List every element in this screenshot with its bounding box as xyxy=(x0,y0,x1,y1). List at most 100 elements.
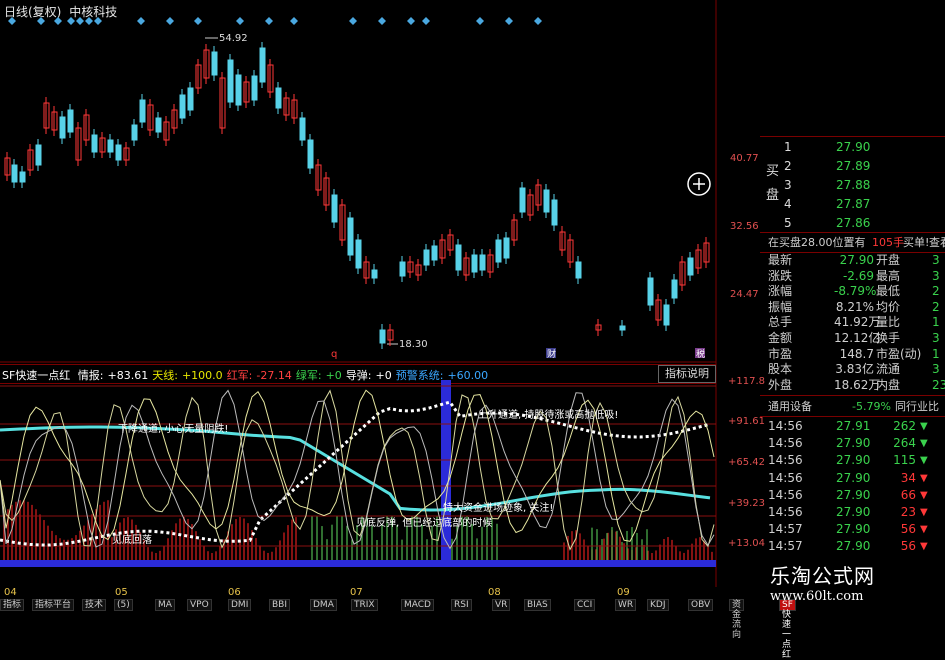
candle xyxy=(91,134,98,153)
quote-label: 涨跌 xyxy=(768,268,793,283)
trade-row: 14:56 27.90 66 ▼ xyxy=(760,487,945,504)
buy-level-row[interactable]: 3 27.88 xyxy=(760,176,945,195)
x-axis-label: 08 xyxy=(488,587,501,598)
indicator-tab[interactable]: DMA xyxy=(310,599,337,611)
trade-row: 14:56 27.90 115 ▼ xyxy=(760,452,945,469)
indicator-help-button[interactable]: 指标说明 xyxy=(658,365,716,383)
candle xyxy=(299,117,306,141)
watermark: 乐淘公式网 www.60lt.com xyxy=(770,560,945,609)
indicator-tab[interactable]: MA xyxy=(155,599,175,611)
trade-volume: 23 xyxy=(900,505,916,519)
price-axis-label: 40.77 xyxy=(730,153,759,164)
signal-diamond-icon xyxy=(236,17,244,25)
signal-diamond-icon xyxy=(67,17,75,25)
signal-diamond-icon xyxy=(37,17,45,25)
quote-label: 最高 xyxy=(876,268,901,283)
candle xyxy=(235,74,242,106)
signal-diamond-icon xyxy=(290,17,298,25)
quote-label: 内盘 xyxy=(876,377,901,392)
trade-time: 14:56 xyxy=(768,453,803,468)
quote-label: 振幅 xyxy=(768,299,793,314)
order-alert-row[interactable]: 在买盘28.00位置有 105手 买单! 查看 xyxy=(760,233,945,252)
buy-level-index: 2 xyxy=(784,159,792,173)
candle xyxy=(495,239,502,263)
indicator-tab[interactable]: VR xyxy=(492,599,511,611)
quote-value: -2.69 xyxy=(842,268,874,283)
indicator-tab[interactable]: KDJ xyxy=(647,599,669,611)
signal-diamonds xyxy=(8,17,542,25)
annotation-big-funds: 特大资金进场迹象, 关注! xyxy=(443,503,554,514)
quote-value: 18.62万 xyxy=(834,377,881,392)
candle xyxy=(139,99,146,123)
arrow-down-icon: ▼ xyxy=(920,455,928,467)
quote-row: 振幅 8.21% 均价 2 xyxy=(760,300,945,315)
trade-time: 14:56 xyxy=(768,505,803,519)
quote-row: 涨跌 -2.69 最高 3 xyxy=(760,269,945,284)
buy-level-row[interactable]: 5 27.86 xyxy=(760,214,945,233)
quote-row: 金额 12.12亿 换手 3 xyxy=(760,331,945,346)
trade-volume: 262 xyxy=(893,419,916,433)
x-axis-label: 07 xyxy=(350,587,363,598)
candle xyxy=(471,254,478,273)
trade-time: 14:57 xyxy=(768,522,803,537)
crosshair-icon[interactable] xyxy=(687,172,711,196)
arrow-down-icon: ▼ xyxy=(920,438,928,450)
indicator-name[interactable]: SF快速一点红 xyxy=(2,369,70,382)
candle xyxy=(431,245,438,261)
indicator-tab[interactable]: BBI xyxy=(269,599,291,611)
x-axis-label: 09 xyxy=(617,587,630,598)
sector-row[interactable]: 通用设备 -5.79% 同行业比 xyxy=(760,397,945,416)
signal-diamond-icon xyxy=(54,17,62,25)
candle xyxy=(11,164,18,183)
indicator-tab[interactable]: MACD xyxy=(401,599,434,611)
indicator-tab[interactable]: CCI xyxy=(574,599,596,611)
candle xyxy=(251,75,258,101)
indicator-tab[interactable]: RSI xyxy=(451,599,472,611)
candle xyxy=(179,94,186,119)
indicator-tab[interactable]: VPO xyxy=(187,599,212,611)
indicator-number: +100.0 xyxy=(181,369,223,382)
buy-level-row[interactable]: 2 27.89 xyxy=(760,157,945,176)
x-axis-label: 05 xyxy=(115,587,128,598)
indicator-tab[interactable]: 指标 xyxy=(0,599,25,611)
trade-price: 27.90 xyxy=(836,436,871,451)
buy-level-row[interactable]: 4 27.87 xyxy=(760,195,945,214)
signal-diamond-icon xyxy=(476,17,484,25)
indicator-tab[interactable]: 指标平台 xyxy=(32,599,75,611)
price-axis-label: 24.47 xyxy=(730,289,759,300)
indicator-tab[interactable]: WR xyxy=(615,599,637,611)
candle xyxy=(519,187,526,213)
trade-time: 14:56 xyxy=(768,436,803,451)
buy-level-index: 1 xyxy=(784,140,792,154)
quote-value: 3 xyxy=(932,362,940,377)
quote-label: 市盈(动) xyxy=(876,346,922,361)
quote-label: 最新 xyxy=(768,253,793,267)
indicator-tab[interactable]: TRIX xyxy=(351,599,378,611)
quote-value: 2 xyxy=(932,284,940,299)
candle xyxy=(647,277,654,306)
quote-row: 市盈 148.7 市盈(动) 1 xyxy=(760,347,945,362)
quote-value: -8.79% xyxy=(834,284,877,299)
trade-time: 14:56 xyxy=(768,470,803,485)
indicator-tab[interactable]: (5) xyxy=(114,599,133,611)
indicator-tab[interactable]: DMI xyxy=(228,599,252,611)
indicator-tab[interactable]: OBV xyxy=(688,599,714,611)
signal-diamond-icon xyxy=(505,17,513,25)
buy-level-index: 4 xyxy=(784,197,792,211)
buy-level-row[interactable]: 1 27.90 xyxy=(760,138,945,157)
buy-level-index: 3 xyxy=(784,178,792,192)
quote-row: 涨幅 -8.79% 最低 2 xyxy=(760,284,945,299)
x-axis: 04 05 06 07 08 09 xyxy=(0,587,716,599)
candle xyxy=(331,194,338,223)
watermark-url: www.60lt.com xyxy=(770,589,864,604)
indicator-number: +60.00 xyxy=(447,369,489,382)
indicator-tab[interactable]: 技术 xyxy=(82,599,107,611)
quote-value: 3 xyxy=(932,331,940,345)
candle xyxy=(107,139,114,153)
signal-diamond-icon xyxy=(422,17,430,25)
annotation-bottom-call: 见底回落 xyxy=(112,535,152,546)
arrow-down-icon: ▼ xyxy=(920,507,928,518)
indicator-tab[interactable]: BIAS xyxy=(524,599,551,611)
indicator-tab[interactable]: 资金流向 xyxy=(729,599,745,640)
signal-diamond-icon xyxy=(378,17,386,25)
